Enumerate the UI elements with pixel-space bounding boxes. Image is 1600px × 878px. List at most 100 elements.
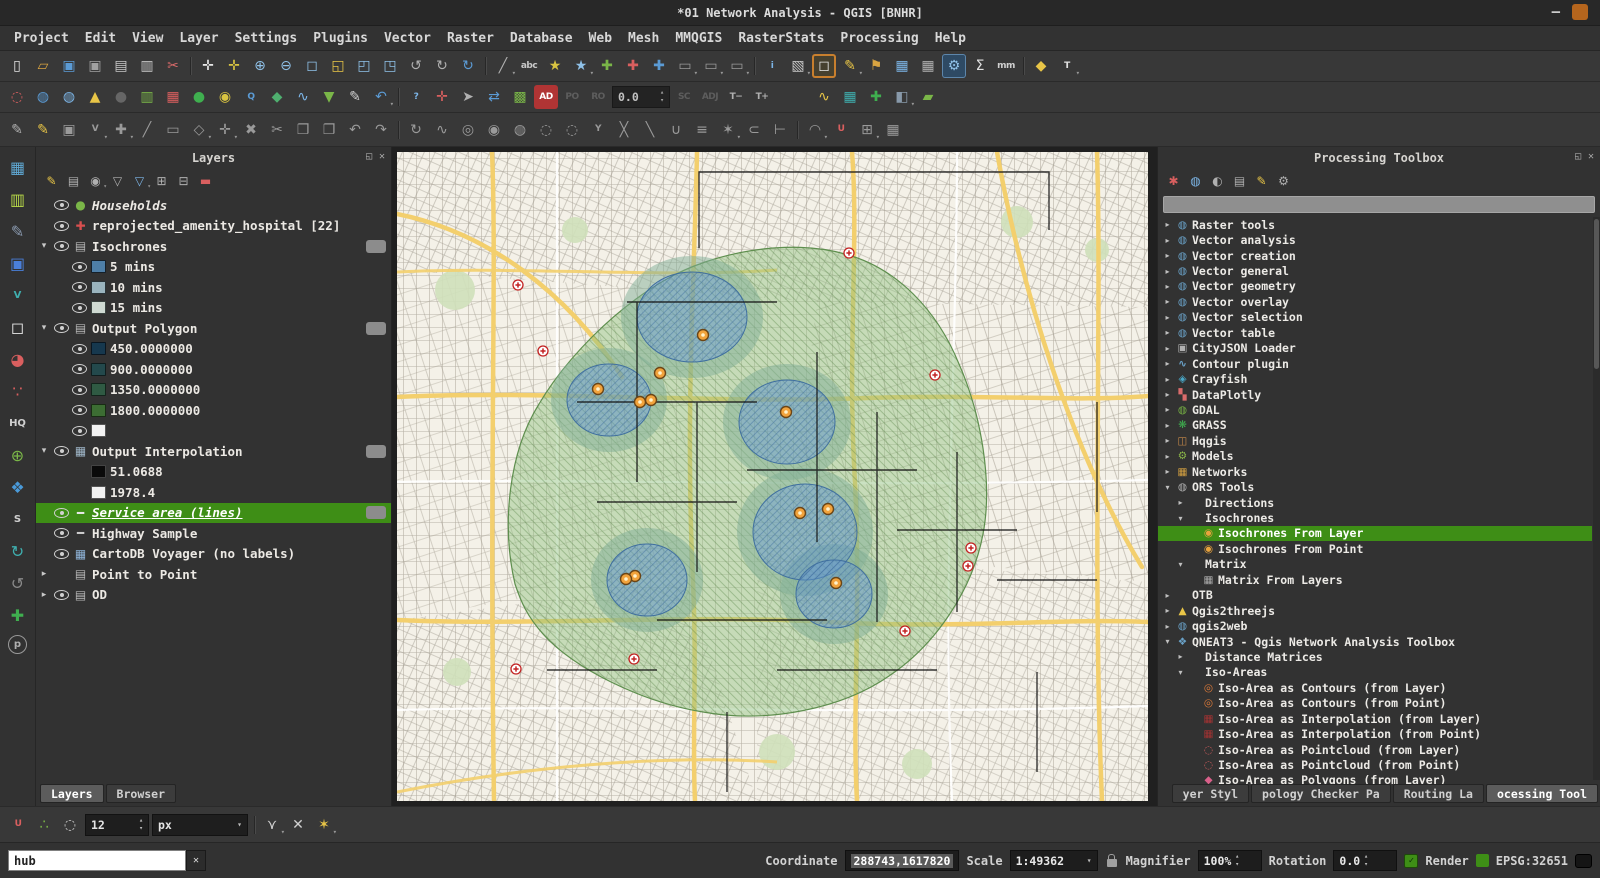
provider-vector-general[interactable]: ▸ ◍ Vector general	[1158, 263, 1592, 278]
nav-arrow-icon[interactable]: ➤	[456, 85, 480, 109]
remove-layer-icon[interactable]: ▬	[196, 172, 215, 191]
history-icon[interactable]: ◐	[1208, 172, 1227, 191]
expand-arrow-icon[interactable]: ▾	[38, 241, 50, 251]
current-edits-icon[interactable]: V	[83, 118, 107, 142]
sphere-green-icon[interactable]: ●	[187, 85, 211, 109]
open-layer-styling-icon[interactable]: ✎	[42, 172, 61, 191]
provider-vector-geometry[interactable]: ▸ ◍ Vector geometry	[1158, 279, 1592, 294]
raster-grid-icon[interactable]: ▦	[916, 54, 940, 78]
close-panel-icon[interactable]: ✕	[1588, 151, 1594, 162]
snapping-tolerance-spin[interactable]: 12 ▴▾	[85, 814, 149, 836]
expand-arrow-icon[interactable]: ▸	[1162, 267, 1173, 276]
snapping-magnet-icon[interactable]: U	[6, 813, 30, 837]
alg-isochrones-from-point[interactable]: ◉ Isochrones From Point	[1158, 541, 1592, 556]
trim-extend-icon[interactable]: ⊢	[768, 118, 792, 142]
expand-arrow-icon[interactable]: ▸	[1162, 236, 1173, 245]
layer-cartodb-voyager[interactable]: ▦ CartoDB Voyager (no labels)	[36, 544, 391, 565]
add-polygon-feature-icon[interactable]: ▭	[161, 118, 185, 142]
legend-450[interactable]: 450.0000000	[36, 339, 391, 360]
merge-features-icon[interactable]: ∪	[664, 118, 688, 142]
provider-qgis2threejs[interactable]: ▸ ▲ Qgis2threejs	[1158, 603, 1592, 618]
text-format-icon[interactable]: T	[1055, 54, 1079, 78]
zoom-native-icon[interactable]: ◻	[300, 54, 324, 78]
menu-edit[interactable]: Edit	[77, 29, 124, 48]
legend-51-0688[interactable]: 51.0688	[36, 462, 391, 483]
edit-in-place-icon[interactable]: ✎	[1252, 172, 1271, 191]
expand-arrow-icon[interactable]: ▸	[1162, 297, 1173, 306]
provider-ors-tools[interactable]: ▾ ◍ ORS Tools	[1158, 479, 1592, 494]
paste-features-icon[interactable]: ❐	[317, 118, 341, 142]
new-print-layout-icon[interactable]: ▤	[109, 54, 133, 78]
p-circle-icon[interactable]: p	[8, 635, 27, 654]
bucket-icon[interactable]: ◻	[6, 315, 30, 339]
merge-attributes-icon[interactable]: ≡	[690, 118, 714, 142]
pan-map-icon[interactable]: ✛	[196, 54, 220, 78]
refresh-dark-icon[interactable]: ↺	[6, 571, 30, 595]
expand-arrow-icon[interactable]: ▸	[1162, 467, 1173, 476]
visibility-eye-icon[interactable]	[54, 200, 69, 210]
swirl-icon[interactable]: ◉	[213, 85, 237, 109]
results-viewer-icon[interactable]: ▤	[1230, 172, 1249, 191]
tracing-icon[interactable]: ◠	[803, 118, 827, 142]
provider-qneat3[interactable]: ▾ ❖ QNEAT3 - Qgis Network Analysis Toolb…	[1158, 634, 1592, 649]
provider-grass[interactable]: ▸ ❋ GRASS	[1158, 418, 1592, 433]
window-minimize-button[interactable]: –	[1552, 5, 1560, 19]
move-feature-icon[interactable]: ✛	[213, 118, 237, 142]
snapping-options-icon[interactable]: ✶	[312, 813, 336, 837]
select-by-polygon-icon[interactable]: ◻	[812, 54, 836, 78]
menu-database[interactable]: Database	[502, 29, 581, 48]
grid-options-icon[interactable]: ⊞	[855, 118, 879, 142]
collapse-all-icon[interactable]: ⊟	[174, 172, 193, 191]
expand-arrow-icon[interactable]: ▸	[1162, 251, 1173, 260]
new-bookmark-icon[interactable]: ★	[543, 54, 567, 78]
provider-qgis2web[interactable]: ▸ ◍ qgis2web	[1158, 618, 1592, 633]
provider-cityjson[interactable]: ▸ ▣ CityJSON Loader	[1158, 341, 1592, 356]
render-checkbox[interactable]: ✓	[1404, 854, 1418, 868]
expand-arrow-icon[interactable]: ▸	[1162, 359, 1173, 368]
statistics-sum-icon[interactable]: Σ	[968, 54, 992, 78]
adj-tool-icon[interactable]: ADJ	[698, 85, 722, 109]
expand-arrow-icon[interactable]: ▸	[1162, 390, 1173, 399]
advanced-digitizing-angle-spin[interactable]: 0.0 ▴▾	[612, 86, 670, 108]
expand-arrow-icon[interactable]: ▸	[1162, 622, 1173, 631]
provider-gdal[interactable]: ▸ ◍ GDAL	[1158, 402, 1592, 417]
diamond-green-icon[interactable]: ◆	[265, 85, 289, 109]
messages-icon[interactable]	[1575, 854, 1592, 868]
dark-globe-icon[interactable]: ●	[109, 85, 133, 109]
window-close-button[interactable]	[1572, 4, 1588, 20]
pencil-icon[interactable]: ✎	[343, 85, 367, 109]
processing-search-input[interactable]	[1163, 196, 1595, 213]
deselect-features-icon[interactable]: ◌	[5, 85, 29, 109]
add-line-feature-icon[interactable]: ╱	[135, 118, 159, 142]
annotation-red-icon[interactable]: ✚	[621, 54, 645, 78]
visibility-eye-icon[interactable]	[72, 364, 87, 374]
legend-1800[interactable]: 1800.0000000	[36, 400, 391, 421]
visibility-eye-icon[interactable]	[54, 241, 69, 251]
alg-iso-interpolation-layer[interactable]: ▦ Iso-Area as Interpolation (from Layer)	[1158, 711, 1592, 726]
add-green-circle-icon[interactable]: ✚	[6, 603, 30, 627]
layer-highway-sample[interactable]: ━ Highway Sample	[36, 523, 391, 544]
red-dots-icon[interactable]: ∵	[6, 379, 30, 403]
provider-contour[interactable]: ▸ ∿ Contour plugin	[1158, 356, 1592, 371]
sc-tool-icon[interactable]: SC	[672, 85, 696, 109]
visibility-eye-icon[interactable]	[54, 590, 69, 600]
layer-service-area-lines[interactable]: ━ Service area (lines)	[36, 503, 391, 524]
rotate-feature-icon[interactable]: ↻	[404, 118, 428, 142]
qgis2threejs-toolbar-icon[interactable]: ▲	[83, 85, 107, 109]
new-model-icon[interactable]: ✱	[1164, 172, 1183, 191]
copy-features-icon[interactable]: ❐	[291, 118, 315, 142]
layer-5-mins[interactable]: 5 mins	[36, 257, 391, 278]
zoom-full-icon[interactable]: ◱	[326, 54, 350, 78]
save-project-icon[interactable]: ▣	[57, 54, 81, 78]
expand-arrow-icon[interactable]: ▾	[38, 323, 50, 333]
expand-arrow-icon[interactable]: ▸	[1162, 375, 1173, 384]
coordinate-input[interactable]: 288743,1617820	[845, 850, 960, 871]
add-ring-icon[interactable]: ◎	[456, 118, 480, 142]
map-tip-bubble-icon[interactable]: ◆	[1029, 54, 1053, 78]
tab-routing[interactable]: Routing La	[1393, 784, 1484, 803]
expand-arrow-icon[interactable]: ▾	[1175, 560, 1186, 569]
provider-vector-overlay[interactable]: ▸ ◍ Vector overlay	[1158, 294, 1592, 309]
measure-mm-icon[interactable]: mm	[994, 54, 1018, 78]
open-project-icon[interactable]: ▱	[31, 54, 55, 78]
expand-arrow-icon[interactable]: ▸	[1162, 452, 1173, 461]
